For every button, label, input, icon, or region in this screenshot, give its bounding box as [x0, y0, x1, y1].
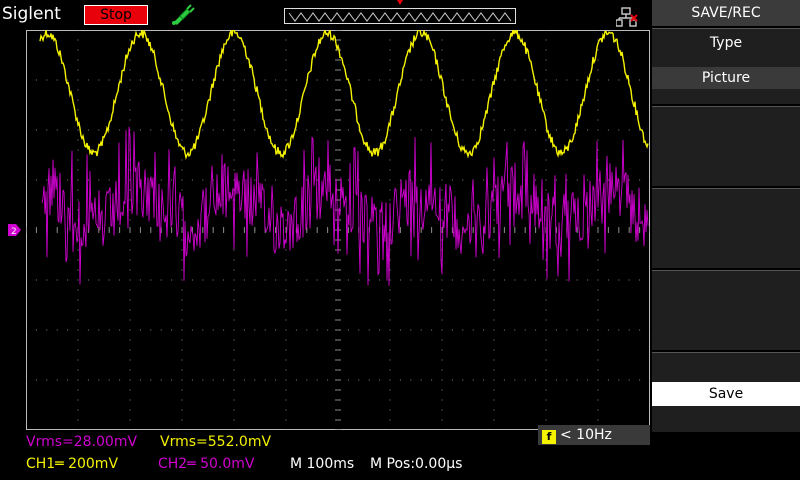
ch2-offset-marker[interactable]: 2	[8, 223, 22, 237]
svg-text:2: 2	[11, 227, 17, 237]
menu-slot-type[interactable]: Type Picture	[652, 28, 800, 104]
ch1-scale: CH1═ 200mV	[26, 456, 119, 472]
menu-title: SAVE/REC	[652, 0, 800, 26]
timebase: M 100ms	[290, 456, 355, 472]
type-label: Type	[709, 35, 743, 51]
menu-slot-save[interactable]: Save	[652, 352, 800, 432]
probe-icon	[172, 4, 195, 25]
frequency-value: < 10Hz	[560, 427, 612, 443]
ch1-trace	[39, 30, 649, 160]
save-button[interactable]: Save	[652, 382, 800, 406]
frequency-icon: f	[542, 430, 556, 444]
graticule	[26, 30, 650, 430]
memory-depth-bar	[284, 8, 516, 24]
trigger-position-marker	[397, 0, 403, 5]
usb-storage-icon	[616, 7, 638, 27]
ch1-vrms-measurement: Vrms=552.0mV	[160, 434, 272, 450]
type-value[interactable]: Picture	[652, 67, 800, 89]
top-status-bar: Siglent Stop	[0, 0, 650, 30]
waveform-display: f < 10Hz	[26, 30, 674, 445]
run-stop-indicator[interactable]: Stop	[84, 5, 148, 25]
softkey-menu: SAVE/REC Type Picture Save	[650, 0, 800, 480]
menu-slot-2[interactable]	[652, 106, 800, 186]
menu-slot-3[interactable]	[652, 188, 800, 268]
horizontal-position: M Pos:0.00µs	[370, 456, 463, 472]
menu-slot-4[interactable]	[652, 270, 800, 350]
ch2-scale: CH2═ 50.0mV	[158, 456, 255, 472]
brand-logo: Siglent	[2, 4, 61, 24]
ch2-vrms-measurement: Vrms=28.00mV	[26, 434, 138, 450]
